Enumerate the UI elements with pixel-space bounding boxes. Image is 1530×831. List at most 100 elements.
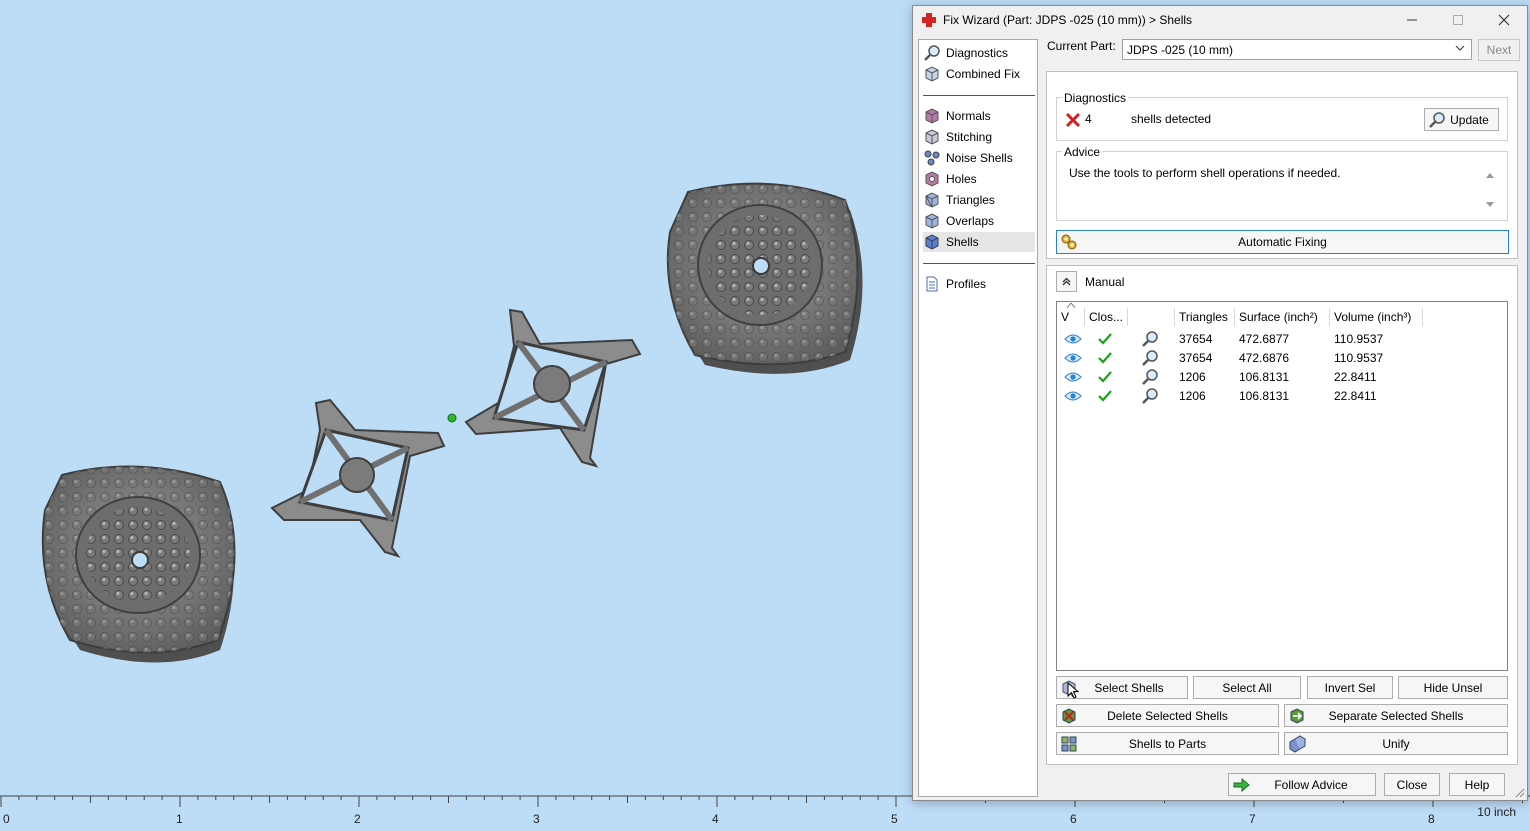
- collapse-manual-button[interactable]: [1056, 271, 1077, 292]
- nav-item-normals[interactable]: Normals: [923, 106, 1035, 126]
- advice-title: Advice: [1062, 145, 1103, 159]
- close-window-button[interactable]: [1481, 6, 1527, 34]
- dialog-titlebar[interactable]: Fix Wizard (Part: JDPS -025 (10 mm)) > S…: [913, 6, 1527, 34]
- shells-to-parts-button[interactable]: Shells to Parts: [1056, 732, 1279, 755]
- cell-volume: 22.8411: [1334, 388, 1377, 403]
- eye-icon: [1064, 353, 1082, 362]
- closed-status: [1097, 386, 1113, 405]
- cell-triangles: 37654: [1179, 331, 1213, 346]
- visibility-toggle[interactable]: [1064, 386, 1082, 405]
- automatic-fixing-button[interactable]: Automatic Fixing: [1056, 230, 1509, 254]
- model-scene[interactable]: [0, 0, 912, 795]
- column-header-closed[interactable]: Clos...: [1085, 308, 1128, 326]
- closed-status: [1097, 348, 1113, 367]
- nav-item-stitching[interactable]: Stitching: [923, 127, 1035, 147]
- inspect-shell-button[interactable]: [1141, 386, 1159, 405]
- visibility-toggle[interactable]: [1064, 348, 1082, 367]
- column-header-volume[interactable]: Volume (inch³): [1330, 308, 1423, 326]
- fix-wizard-icon: [922, 13, 936, 27]
- separate-selected-shells-label: Separate Selected Shells: [1328, 708, 1464, 723]
- magnifier-icon: [924, 45, 940, 61]
- delete-selected-shells-button[interactable]: Delete Selected Shells: [1056, 704, 1279, 727]
- ruler-label-6: 6: [1070, 812, 1077, 826]
- scroll-down-icon[interactable]: [1485, 201, 1495, 209]
- column-header-visible[interactable]: V: [1057, 308, 1085, 326]
- table-row[interactable]: 37654 472.6876 110.9537: [1057, 348, 1507, 367]
- table-row[interactable]: 1206 106.8131 22.8411: [1057, 386, 1507, 405]
- gears-icon: [1061, 234, 1077, 250]
- unify-button[interactable]: Unify: [1284, 732, 1508, 755]
- next-button[interactable]: Next: [1478, 39, 1520, 61]
- update-button[interactable]: Update: [1424, 108, 1499, 131]
- ruler-label-5: 5: [891, 812, 898, 826]
- close-icon: [1498, 14, 1510, 26]
- nav-item-noise-shells[interactable]: Noise Shells: [923, 148, 1035, 168]
- table-row[interactable]: 1206 106.8131 22.8411: [1057, 367, 1507, 386]
- resize-grip-icon[interactable]: [1515, 788, 1525, 798]
- nav-item-combined-fix[interactable]: Combined Fix: [923, 64, 1035, 84]
- checkmark-icon: [1098, 389, 1112, 402]
- nav-label: Normals: [946, 109, 991, 123]
- nav-item-profiles[interactable]: Profiles: [923, 274, 1035, 294]
- shells-to-parts-label: Shells to Parts: [1128, 736, 1207, 751]
- nav-divider: [923, 263, 1035, 264]
- inspect-shell-button[interactable]: [1141, 367, 1159, 386]
- magnifier-icon: [1142, 349, 1158, 366]
- shells-table: V Clos... Triangles Surface (inch²) Volu…: [1056, 301, 1508, 671]
- separate-selected-shells-button[interactable]: Separate Selected Shells: [1284, 704, 1508, 727]
- maximize-button[interactable]: [1435, 6, 1481, 34]
- closed-status: [1097, 329, 1113, 348]
- nav-item-shells[interactable]: Shells: [923, 232, 1035, 252]
- eye-icon: [1064, 372, 1082, 381]
- select-all-button[interactable]: Select All: [1193, 676, 1301, 699]
- delete-selected-shells-label: Delete Selected Shells: [1107, 708, 1228, 723]
- current-part-select[interactable]: JDPS -025 (10 mm): [1122, 39, 1472, 60]
- minimize-icon: [1407, 19, 1417, 21]
- invert-selection-button[interactable]: Invert Sel: [1307, 676, 1393, 699]
- noise-shells-icon: [924, 150, 940, 166]
- column-header-surface[interactable]: Surface (inch²): [1235, 308, 1330, 326]
- nav-item-triangles[interactable]: Triangles: [923, 190, 1035, 210]
- help-button[interactable]: Help: [1449, 773, 1505, 796]
- wizard-nav: Diagnostics Combined Fix Normals Stitchi…: [918, 39, 1038, 797]
- hide-unselected-button[interactable]: Hide Unsel: [1398, 676, 1508, 699]
- nav-item-holes[interactable]: Holes: [923, 169, 1035, 189]
- shell-count: 4: [1085, 112, 1092, 126]
- nav-item-overlaps[interactable]: Overlaps: [923, 211, 1035, 231]
- cell-volume: 22.8411: [1334, 369, 1377, 384]
- current-part-label: Current Part:: [1047, 39, 1116, 53]
- minimize-button[interactable]: [1389, 6, 1435, 34]
- ruler-label-0: 0: [3, 812, 10, 826]
- nav-label: Noise Shells: [946, 151, 1013, 165]
- cell-volume: 110.9537: [1334, 350, 1384, 365]
- manual-title: Manual: [1085, 275, 1125, 289]
- visibility-toggle[interactable]: [1064, 367, 1082, 386]
- inspect-shell-button[interactable]: [1141, 348, 1159, 367]
- close-button[interactable]: Close: [1384, 773, 1440, 796]
- table-row[interactable]: 37654 472.6877 110.9537: [1057, 329, 1507, 348]
- setting-shell-right: [464, 308, 642, 468]
- scroll-up-icon[interactable]: [1485, 171, 1495, 179]
- ruler-label-7: 7: [1249, 812, 1256, 826]
- update-label: Update: [1450, 112, 1489, 127]
- visibility-toggle[interactable]: [1064, 329, 1082, 348]
- shells-icon: [925, 234, 939, 250]
- column-header-triangles[interactable]: Triangles: [1175, 308, 1235, 326]
- cell-triangles: 1206: [1179, 388, 1206, 403]
- inspect-shell-button[interactable]: [1141, 329, 1159, 348]
- document-icon: [926, 276, 938, 292]
- mouse-cursor-icon: [1067, 682, 1079, 699]
- eye-icon: [1064, 334, 1082, 343]
- advice-text: Use the tools to perform shell operation…: [1069, 166, 1341, 180]
- column-header-inspect[interactable]: [1128, 308, 1175, 326]
- ruler-label-3: 3: [533, 812, 540, 826]
- follow-advice-button[interactable]: Follow Advice: [1228, 773, 1376, 796]
- cell-triangles: 37654: [1179, 350, 1213, 365]
- cell-surface: 472.6876: [1239, 350, 1290, 365]
- shells-to-parts-icon: [1061, 736, 1077, 752]
- diagnostics-panel: Diagnostics 4 shells detected Update Adv…: [1046, 71, 1518, 259]
- nav-item-diagnostics[interactable]: Diagnostics: [923, 43, 1035, 63]
- magnifier-icon: [1142, 387, 1158, 404]
- cell-triangles: 1206: [1179, 369, 1206, 384]
- checkmark-icon: [1098, 370, 1112, 383]
